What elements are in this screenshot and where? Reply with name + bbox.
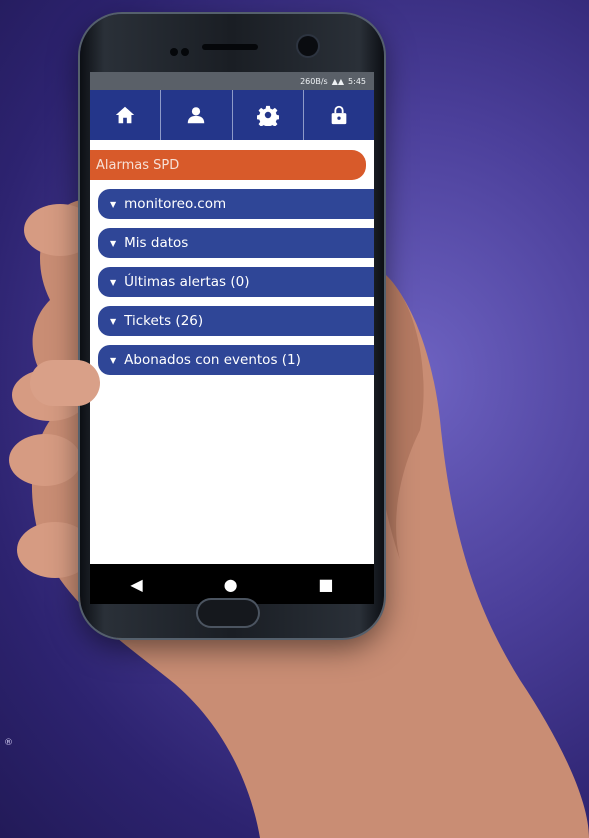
status-time: 5:45: [348, 76, 366, 86]
menu-item-monitoreo[interactable]: ▼ monitoreo.com: [98, 189, 374, 219]
menu-item-abonados[interactable]: ▼ Abonados con eventos (1): [98, 345, 374, 375]
app-title: Alarmas SPD: [96, 157, 180, 173]
lock-icon: [331, 105, 347, 125]
thumb: [30, 360, 100, 406]
menu-item-label: Mis datos: [124, 235, 189, 251]
smartphone: 260B/s ▲▲ 5:45 Alarmas SPD ▼ monitoreo.c…: [80, 14, 384, 638]
android-navigation-bar: ◀ ● ■: [90, 564, 374, 604]
menu-item-label: Tickets (26): [124, 313, 204, 329]
home-icon: [115, 106, 135, 124]
sensor-dots: [170, 41, 192, 56]
app-title-bar: Alarmas SPD: [90, 150, 366, 180]
triangle-down-icon: ▼: [110, 238, 117, 248]
nav-lock-button[interactable]: [304, 90, 374, 140]
front-camera: [298, 36, 318, 56]
menu-item-label: Abonados con eventos (1): [124, 352, 301, 368]
phone-screen: 260B/s ▲▲ 5:45 Alarmas SPD ▼ monitoreo.c…: [90, 72, 374, 604]
signal-icon: ▲▲: [331, 76, 345, 86]
triangle-down-icon: ▼: [110, 277, 117, 287]
menu-item-ultimas-alertas[interactable]: ▼ Últimas alertas (0): [98, 267, 374, 297]
gear-icon: [256, 105, 279, 126]
recents-square-icon[interactable]: ■: [318, 575, 333, 594]
back-icon[interactable]: ◀: [130, 575, 142, 594]
triangle-down-icon: ▼: [110, 316, 117, 326]
nav-user-button[interactable]: [161, 90, 233, 140]
physical-home-button[interactable]: [198, 600, 258, 626]
menu-item-label: monitoreo.com: [124, 196, 227, 212]
home-circle-icon[interactable]: ●: [224, 575, 238, 594]
triangle-down-icon: ▼: [110, 355, 117, 365]
network-speed: 260B/s: [300, 76, 328, 86]
triangle-down-icon: ▼: [110, 199, 117, 209]
menu-item-label: Últimas alertas (0): [124, 274, 250, 290]
nav-settings-button[interactable]: [233, 90, 304, 140]
user-icon: [188, 107, 205, 124]
menu-item-mis-datos[interactable]: ▼ Mis datos: [98, 228, 374, 258]
earpiece-speaker: [202, 44, 258, 50]
registered-mark: ®: [4, 738, 13, 748]
status-bar: 260B/s ▲▲ 5:45: [90, 72, 374, 90]
menu-item-tickets[interactable]: ▼ Tickets (26): [98, 306, 374, 336]
nav-home-button[interactable]: [90, 90, 162, 140]
top-navigation: [90, 90, 374, 140]
